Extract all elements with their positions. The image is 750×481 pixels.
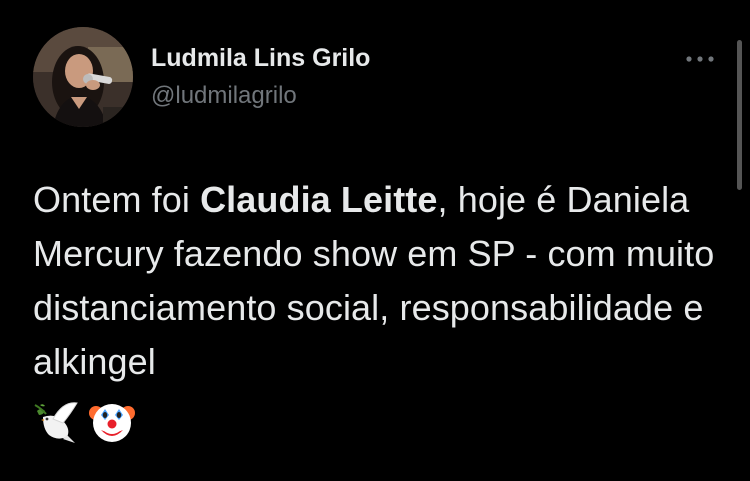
more-options-button[interactable] xyxy=(680,45,720,73)
tweet-text-part: Ontem foi xyxy=(33,179,201,220)
profile-photo xyxy=(33,27,133,127)
more-horizontal-icon xyxy=(686,56,714,62)
emoji-line xyxy=(33,399,135,449)
dove-icon xyxy=(34,402,78,443)
tweet-card[interactable]: Ludmila Lins Grilo @ludmilagrilo Ontem f… xyxy=(0,0,750,481)
author-name[interactable]: Ludmila Lins Grilo xyxy=(151,44,370,73)
author-handle[interactable]: @ludmilagrilo xyxy=(151,82,297,110)
clown-face-icon xyxy=(89,404,135,442)
tweet-text: Ontem foi Claudia Leitte, hoje é Daniela… xyxy=(33,173,723,389)
tweet-text-bold: Claudia Leitte xyxy=(200,179,438,220)
scrollbar[interactable] xyxy=(737,40,742,190)
avatar[interactable] xyxy=(33,27,133,127)
